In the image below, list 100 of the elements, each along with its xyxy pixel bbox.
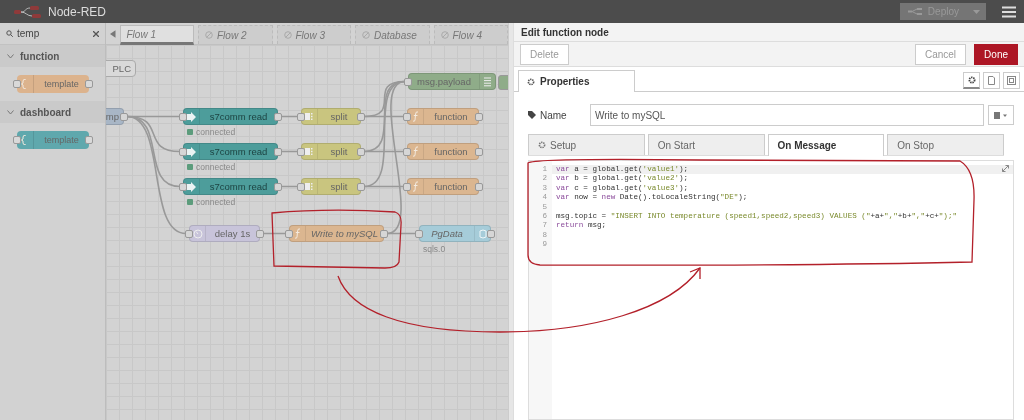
flow-node[interactable]: mp xyxy=(106,108,124,125)
input-port[interactable] xyxy=(403,183,411,191)
function-icon xyxy=(294,228,301,239)
flow-node[interactable]: s7comm read xyxy=(183,143,278,160)
input-port xyxy=(13,80,21,88)
expand-icon[interactable] xyxy=(1002,165,1009,172)
node-status: sqls.0 xyxy=(423,244,446,254)
output-port[interactable] xyxy=(380,230,388,238)
menu-icon[interactable] xyxy=(1002,5,1016,18)
brace-icon xyxy=(21,79,29,89)
caret-icon xyxy=(973,9,980,14)
output-port[interactable] xyxy=(357,183,365,191)
book-icon xyxy=(994,111,1008,119)
code-tab[interactable]: On Start xyxy=(647,134,765,155)
field-label: Name xyxy=(540,109,567,121)
input-port[interactable] xyxy=(404,78,412,86)
output-port[interactable] xyxy=(274,148,282,156)
search-field[interactable]: temp xyxy=(17,28,89,39)
close-icon[interactable] xyxy=(93,30,99,37)
output-port[interactable] xyxy=(357,113,365,121)
input-port[interactable] xyxy=(297,148,305,156)
settings-icon[interactable] xyxy=(963,72,980,89)
output-port[interactable] xyxy=(274,113,282,121)
output-port[interactable] xyxy=(487,230,495,238)
disabled-icon xyxy=(283,31,292,39)
chevron-icon xyxy=(7,109,14,115)
node-status: connected xyxy=(196,127,236,137)
wire xyxy=(280,150,299,153)
input-port[interactable] xyxy=(179,113,187,121)
node-status: connected xyxy=(196,162,236,172)
flow-node[interactable]: Write to mySQL xyxy=(289,225,384,242)
input-port[interactable] xyxy=(297,113,305,121)
tag-icon xyxy=(528,111,536,119)
name-field[interactable]: Write to mySQL xyxy=(590,104,984,126)
input-port[interactable] xyxy=(297,183,305,191)
category-header[interactable]: function xyxy=(0,45,105,67)
timer-icon xyxy=(192,228,203,239)
output-port[interactable] xyxy=(475,183,483,191)
search-icon xyxy=(6,30,13,37)
gear-icon xyxy=(538,141,546,149)
split-icon xyxy=(304,113,315,120)
disabled-icon xyxy=(440,31,449,39)
output-port xyxy=(85,136,93,144)
flow-node[interactable]: function xyxy=(407,178,479,195)
flow-node[interactable]: s7comm read xyxy=(183,108,278,125)
brace-icon xyxy=(21,135,29,145)
scroll-left-icon[interactable] xyxy=(110,30,116,38)
output-port[interactable] xyxy=(475,148,483,156)
input-port[interactable] xyxy=(403,113,411,121)
flow-node[interactable]: PLC xyxy=(106,60,136,77)
flow-node[interactable]: PgData xyxy=(419,225,491,242)
properties-tab[interactable]: Properties xyxy=(518,70,635,92)
flow-node[interactable]: function xyxy=(407,108,479,125)
output-port xyxy=(85,80,93,88)
deploy-icon xyxy=(907,8,922,15)
function-icon xyxy=(412,181,419,192)
frame-icon[interactable] xyxy=(1003,72,1020,89)
gear-icon xyxy=(527,77,535,86)
toggle-button[interactable] xyxy=(498,75,508,90)
disabled-icon xyxy=(205,31,213,39)
function-icon xyxy=(412,146,419,157)
output-port[interactable] xyxy=(274,183,282,191)
code-tab[interactable]: Setup xyxy=(528,134,645,155)
flow-node[interactable]: msg.payload xyxy=(408,73,496,90)
category-header[interactable]: dashboard xyxy=(0,101,105,123)
arrow-icon xyxy=(187,111,196,122)
input-port[interactable] xyxy=(285,230,293,238)
flow-node[interactable]: delay 1s xyxy=(189,225,260,242)
wire xyxy=(280,115,299,118)
action-button[interactable]: Delete xyxy=(520,43,569,65)
flow-node[interactable]: s7comm read xyxy=(183,178,278,195)
flow-node[interactable]: split xyxy=(301,178,361,195)
node-status: connected xyxy=(196,197,236,207)
action-button[interactable]: Cancel xyxy=(914,43,967,65)
flow-node[interactable]: function xyxy=(407,143,479,160)
flow-node[interactable]: split xyxy=(301,108,361,125)
output-port[interactable] xyxy=(357,148,365,156)
disabled-icon xyxy=(362,31,370,39)
input-port[interactable] xyxy=(179,183,187,191)
code-editor[interactable] xyxy=(528,160,1014,420)
split-icon xyxy=(304,148,315,155)
code-tab[interactable]: On Stop xyxy=(887,134,1004,155)
icon-picker-button[interactable] xyxy=(988,105,1014,125)
input-port[interactable] xyxy=(185,230,193,238)
document-icon[interactable] xyxy=(983,72,1000,89)
database-icon xyxy=(477,228,488,239)
input-port xyxy=(13,136,21,144)
output-port[interactable] xyxy=(120,113,128,121)
output-port[interactable] xyxy=(256,230,264,238)
flow-tab[interactable]: Flow 1 xyxy=(119,25,194,45)
output-port[interactable] xyxy=(475,113,483,121)
input-port[interactable] xyxy=(415,230,423,238)
input-port[interactable] xyxy=(403,148,411,156)
list-icon xyxy=(484,76,491,87)
action-button[interactable]: Done xyxy=(974,43,1018,65)
input-port[interactable] xyxy=(179,148,187,156)
code-tab[interactable]: On Message xyxy=(767,134,885,156)
flow-node[interactable]: split xyxy=(301,143,361,160)
arrow-icon xyxy=(187,181,196,192)
chevron-icon xyxy=(7,53,14,59)
